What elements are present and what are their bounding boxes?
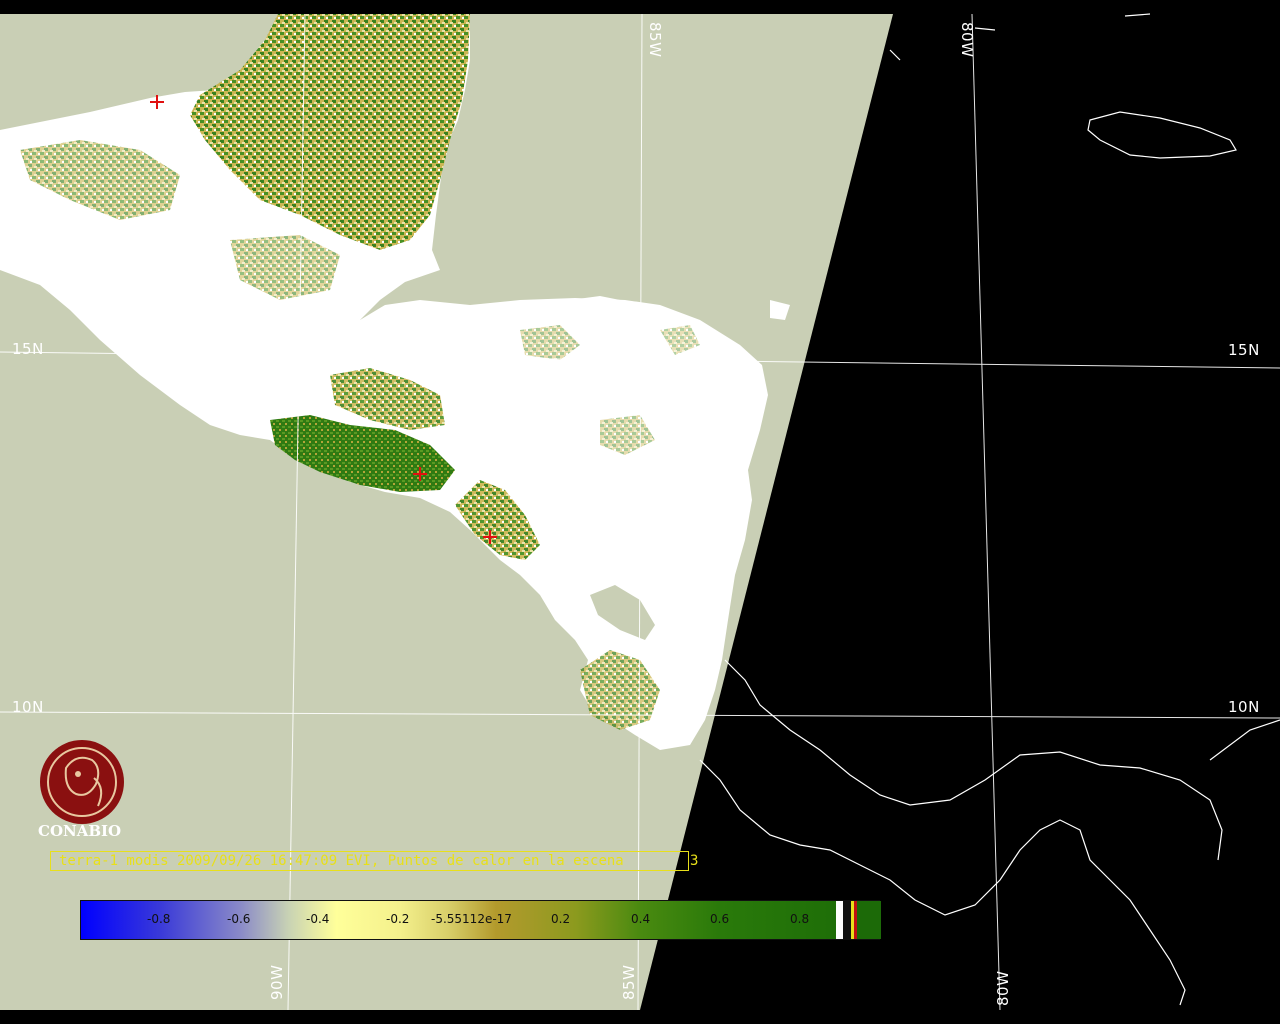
lat-label-10n-left: 10N xyxy=(12,698,44,716)
lon-label-80w-bottom: 80W xyxy=(994,970,1012,1006)
hotspot-marker xyxy=(150,95,164,109)
colorbar-tick: -0.4 xyxy=(306,912,330,926)
colorbar-tick: 0.6 xyxy=(710,912,730,926)
evi-colorbar: -0.8 -0.6 -0.4 -0.2 -5.55112e-17 0.2 0.4… xyxy=(80,900,881,940)
colorbar-tick: 0.8 xyxy=(790,912,810,926)
hotspot-count: 3 xyxy=(690,853,699,869)
scene-caption: terra-1 modis 2009/09/26 16:47:09 EVI, P… xyxy=(50,851,689,871)
colorbar-tick: -0.6 xyxy=(227,912,251,926)
lat-label-15n-left: 15N xyxy=(12,340,44,358)
lon-label-90w-bottom: 90W xyxy=(268,964,286,1000)
colorbar-tick: 0.4 xyxy=(631,912,651,926)
logo-text: CONABIO xyxy=(38,822,122,840)
colorbar-tick: -0.2 xyxy=(386,912,410,926)
colorbar-tick: -5.55112e-17 xyxy=(431,912,512,926)
lat-label-15n-right: 15N xyxy=(1228,341,1260,359)
colorbar-tick: 0.2 xyxy=(551,912,571,926)
lon-label-85w-top: 85W xyxy=(646,22,664,58)
lon-label-85w-bottom: 85W xyxy=(620,964,638,1000)
hotspot-marker xyxy=(483,530,497,544)
hotspot-marker xyxy=(413,467,427,481)
lon-label-80w-top: 80W xyxy=(958,22,976,58)
lat-label-10n-right: 10N xyxy=(1228,698,1260,716)
colorbar-tick: -0.8 xyxy=(147,912,171,926)
